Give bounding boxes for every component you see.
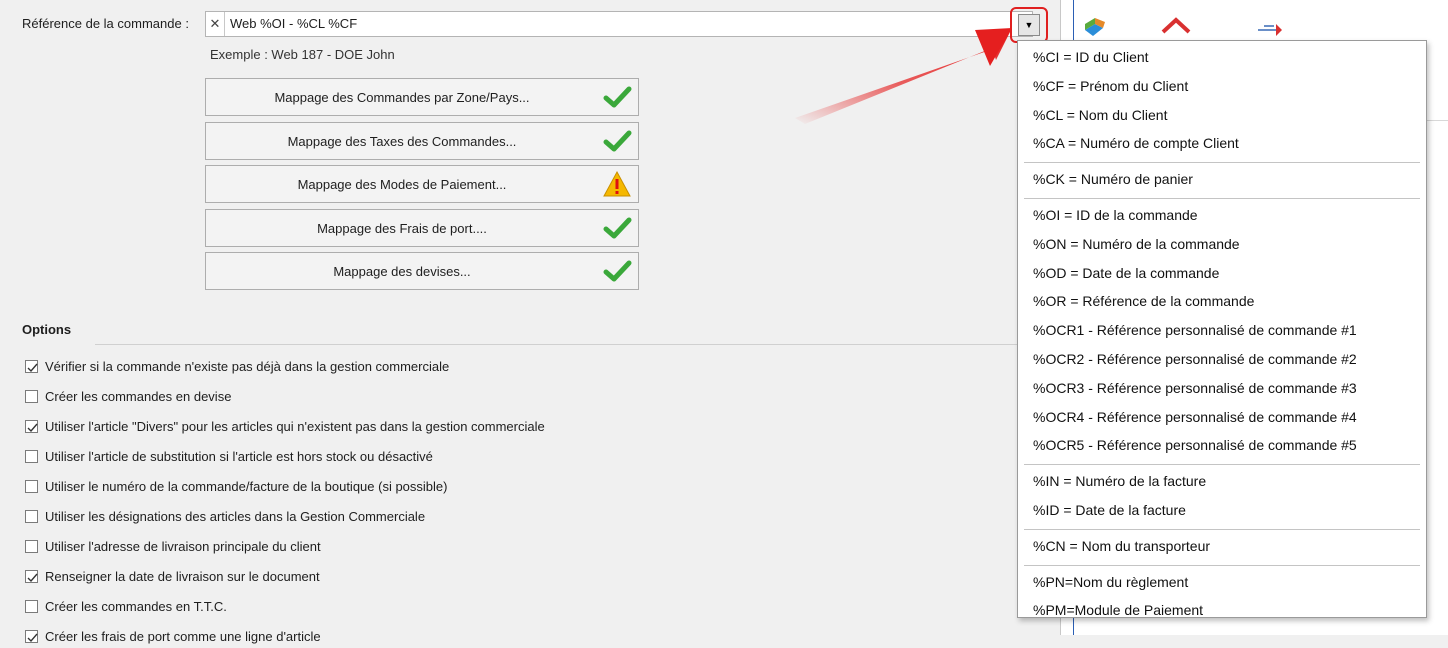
menu-item[interactable]: %ID = Date de la facture xyxy=(1033,502,1186,518)
menu-item[interactable]: %CI = ID du Client xyxy=(1033,49,1149,65)
reference-example: Exemple : Web 187 - DOE John xyxy=(210,47,395,62)
option-checkbox[interactable] xyxy=(25,450,38,463)
checkbox-check-icon xyxy=(27,573,38,583)
option-checkbox[interactable] xyxy=(25,570,38,583)
home-icon[interactable] xyxy=(1161,14,1191,40)
cube-icon[interactable] xyxy=(1081,14,1111,40)
mapping-button-label: Mappage des Frais de port.... xyxy=(317,221,487,236)
mapping-button[interactable]: Mappage des devises... xyxy=(205,252,639,290)
menu-item[interactable]: %CL = Nom du Client xyxy=(1033,107,1167,123)
mapping-button-label: Mappage des Taxes des Commandes... xyxy=(287,134,517,149)
checkmark-icon xyxy=(603,130,632,152)
settings-pane: Référence de la commande : ✕ Web %OI - %… xyxy=(0,0,1060,644)
option-label: Utiliser l'adresse de livraison principa… xyxy=(45,539,321,554)
menu-item[interactable]: %IN = Numéro de la facture xyxy=(1033,473,1206,489)
checkmark-icon xyxy=(603,260,632,282)
mapping-button[interactable]: Mappage des Frais de port.... xyxy=(205,209,639,247)
menu-item[interactable]: %OCR2 - Référence personnalisé de comman… xyxy=(1033,351,1357,367)
clear-icon[interactable]: ✕ xyxy=(206,12,225,36)
option-checkbox[interactable] xyxy=(25,480,38,493)
menu-item[interactable]: %CA = Numéro de compte Client xyxy=(1033,135,1239,151)
menu-item[interactable]: %OCR1 - Référence personnalisé de comman… xyxy=(1033,322,1357,338)
reference-value[interactable]: Web %OI - %CL %CF xyxy=(230,16,357,31)
option-label: Vérifier si la commande n'existe pas déj… xyxy=(45,359,450,374)
option-label: Utiliser le numéro de la commande/factur… xyxy=(45,479,448,494)
checkbox-check-icon xyxy=(27,633,38,643)
option-label: Créer les commandes en devise xyxy=(45,389,232,404)
reference-label: Référence de la commande : xyxy=(22,16,189,31)
option-label: Créer les commandes en T.T.C. xyxy=(45,599,227,614)
mapping-button[interactable]: Mappage des Modes de Paiement... xyxy=(205,165,639,203)
option-label: Créer les frais de port comme une ligne … xyxy=(45,629,321,644)
menu-separator xyxy=(1024,162,1420,164)
menu-item[interactable]: %CF = Prénom du Client xyxy=(1033,78,1188,94)
checkbox-check-icon xyxy=(27,423,38,433)
dropdown-button[interactable]: ▼ xyxy=(1018,14,1040,36)
warning-icon xyxy=(603,170,631,197)
option-label: Utiliser l'article "Divers" pour les art… xyxy=(45,419,545,434)
menu-separator xyxy=(1024,528,1420,530)
export-icon[interactable] xyxy=(1256,14,1286,40)
placeholder-dropdown-menu: %CI = ID du Client %CF = Prénom du Client… xyxy=(1017,40,1427,618)
options-divider xyxy=(95,344,1020,345)
option-checkbox[interactable] xyxy=(25,600,38,613)
options-title: Options xyxy=(22,322,72,337)
menu-separator xyxy=(1024,198,1420,199)
option-checkbox[interactable] xyxy=(25,630,38,643)
menu-item[interactable]: %OI = ID de la commande xyxy=(1033,207,1198,223)
menu-item[interactable]: %OCR3 - Référence personnalisé de comman… xyxy=(1033,380,1357,396)
menu-item[interactable]: %PN=Nom du règlement xyxy=(1033,574,1188,590)
menu-separator xyxy=(1024,464,1420,466)
menu-item[interactable]: %PM=Module de Paiement xyxy=(1033,602,1203,618)
option-checkbox[interactable] xyxy=(25,420,38,433)
menu-separator xyxy=(1024,564,1420,566)
mapping-button[interactable]: Mappage des Taxes des Commandes... xyxy=(205,122,639,160)
menu-item[interactable]: %OCR5 - Référence personnalisé de comman… xyxy=(1033,437,1357,453)
menu-item[interactable]: %OD = Date de la commande xyxy=(1033,265,1219,281)
menu-item[interactable]: %OCR4 - Référence personnalisé de comman… xyxy=(1033,409,1357,425)
option-label: Utiliser les désignations des articles d… xyxy=(45,509,426,524)
mapping-button-label: Mappage des Commandes par Zone/Pays... xyxy=(274,90,530,105)
option-checkbox[interactable] xyxy=(25,390,38,403)
menu-item[interactable]: %ON = Numéro de la commande xyxy=(1033,236,1240,252)
checkmark-icon xyxy=(603,217,632,239)
option-label: Renseigner la date de livraison sur le d… xyxy=(45,569,320,584)
reference-input[interactable]: ✕ Web %OI - %CL %CF xyxy=(205,11,1033,37)
option-label: Utiliser l'article de substitution si l'… xyxy=(45,449,433,464)
checkmark-icon xyxy=(603,86,632,108)
option-checkbox[interactable] xyxy=(25,510,38,523)
mapping-button[interactable]: Mappage des Commandes par Zone/Pays... xyxy=(205,78,639,116)
mapping-button-label: Mappage des devises... xyxy=(333,264,471,279)
option-checkbox[interactable] xyxy=(25,540,38,553)
option-checkbox[interactable] xyxy=(25,360,38,373)
mapping-button-label: Mappage des Modes de Paiement... xyxy=(297,177,507,192)
menu-item[interactable]: %CN = Nom du transporteur xyxy=(1033,538,1210,554)
checkbox-check-icon xyxy=(27,363,38,373)
menu-item[interactable]: %OR = Référence de la commande xyxy=(1033,293,1254,309)
menu-item[interactable]: %CK = Numéro de panier xyxy=(1033,171,1193,187)
